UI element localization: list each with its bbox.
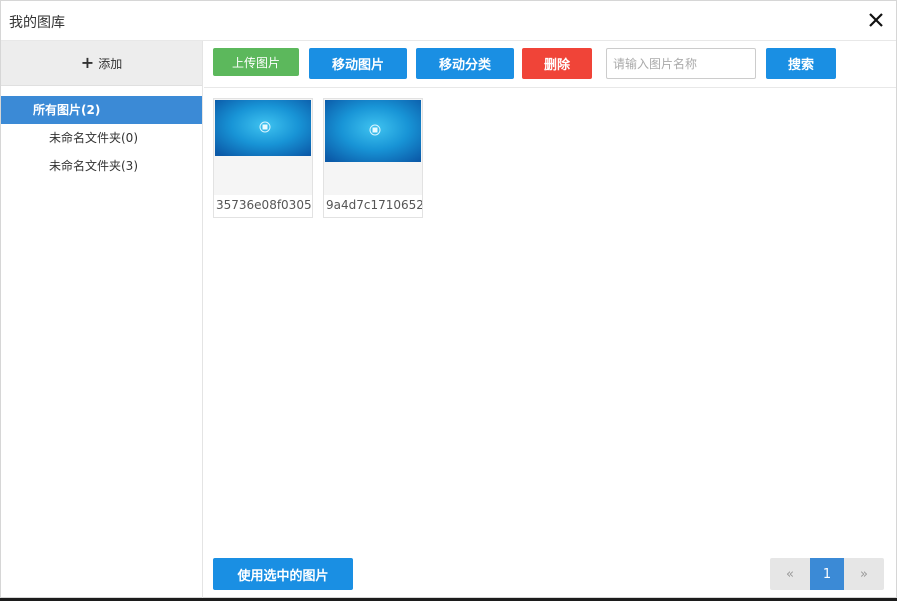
add-folder-label: 添加 — [98, 56, 123, 71]
image-thumbnail[interactable]: 35736e08f03052 — [213, 98, 313, 218]
image-preview — [214, 99, 312, 195]
dialog-titlebar: 我的图库 — [1, 1, 896, 41]
pagination: « 1 » — [770, 558, 884, 590]
use-selected-images-button[interactable]: 使用选中的图片 — [213, 558, 353, 590]
plus-icon: + — [80, 53, 95, 72]
upload-image-button[interactable]: 上传图片 — [213, 48, 299, 76]
delete-button[interactable]: 删除 — [522, 48, 592, 79]
add-folder-button[interactable]: + 添加 — [1, 41, 202, 86]
image-name: 35736e08f03052 — [216, 198, 312, 212]
prev-page-button[interactable]: « — [770, 558, 810, 590]
folder-item-all-images[interactable]: 所有图片(2) — [1, 96, 202, 124]
search-button[interactable]: 搜索 — [766, 48, 836, 79]
image-preview — [324, 99, 422, 195]
current-page[interactable]: 1 — [810, 558, 844, 590]
folder-item-unnamed-2[interactable]: 未命名文件夹(3) — [1, 152, 202, 180]
image-thumbnail[interactable]: 9a4d7c1710652a — [323, 98, 423, 218]
image-library-dialog: 我的图库 + 添加 所有图片(2) 未命名文件夹(0) 未命名文件夹(3) 上传… — [0, 0, 897, 598]
folder-item-unnamed-1[interactable]: 未命名文件夹(0) — [1, 124, 202, 152]
move-image-button[interactable]: 移动图片 — [309, 48, 407, 79]
folder-tree: 所有图片(2) 未命名文件夹(0) 未命名文件夹(3) — [1, 96, 202, 180]
move-category-button[interactable]: 移动分类 — [416, 48, 514, 79]
dialog-title: 我的图库 — [9, 15, 65, 31]
image-name-search-input[interactable] — [606, 48, 756, 79]
close-icon[interactable] — [866, 9, 886, 31]
folder-sidebar: + 添加 所有图片(2) 未命名文件夹(0) 未命名文件夹(3) — [1, 41, 203, 598]
next-page-button[interactable]: » — [844, 558, 884, 590]
toolbar: 上传图片 移动图片 移动分类 删除 搜索 — [204, 41, 896, 88]
image-name: 9a4d7c1710652a — [326, 198, 422, 212]
main-panel: 上传图片 移动图片 移动分类 删除 搜索 — [204, 41, 896, 598]
image-gallery: 35736e08f03052 9a4d7c1710652a — [213, 98, 423, 218]
